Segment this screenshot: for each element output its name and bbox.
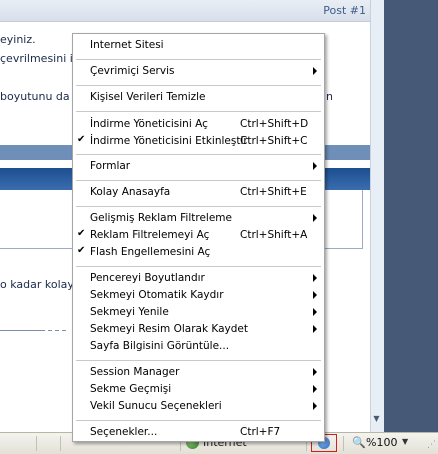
menu-item[interactable]: ✔ Reklam Filtrelemeyi Aç Ctrl+Shift+A (73, 227, 324, 244)
zoom-magnifier-icon[interactable]: 🔍 (352, 436, 366, 449)
submenu-arrow-icon (313, 291, 317, 299)
menu-item-label: Kişisel Verileri Temizle (90, 91, 206, 103)
menu-separator (76, 266, 321, 267)
menu-item[interactable]: Vekil Sunucu Seçenekleri (73, 398, 324, 415)
menu-item[interactable]: Sayfa Bilgisini Görüntüle... (73, 338, 324, 355)
menu-separator (76, 111, 321, 112)
menu-separator (76, 59, 321, 60)
menu-item-label: Sekme Geçmişi (90, 383, 172, 395)
menu-item-label: Session Manager (90, 366, 180, 378)
page-text-fragment: n (326, 90, 333, 103)
menu-item[interactable]: Formlar (73, 158, 324, 175)
submenu-arrow-icon (313, 308, 317, 316)
menu-separator (76, 420, 321, 421)
menu-separator (76, 360, 321, 361)
checkmark-icon: ✔ (77, 228, 86, 239)
resize-grip-icon[interactable]: ⋰ (427, 440, 436, 450)
menu-item-shortcut: Ctrl+Shift+D (240, 118, 309, 130)
menu-item[interactable]: Sekme Geçmişi (73, 381, 324, 398)
menu-item[interactable]: Session Manager (73, 364, 324, 381)
menu-separator (76, 206, 321, 207)
menu-item-shortcut: Ctrl+Shift+E (240, 186, 307, 198)
menu-item[interactable]: Internet Sitesi (73, 37, 324, 54)
menu-item-label: Reklam Filtrelemeyi Aç (90, 229, 210, 241)
scroll-down-arrow-icon[interactable]: ▼ (370, 412, 383, 426)
page-text-line: boyutunu da l (0, 90, 77, 103)
menu-item-label: İndirme Yöneticisini Aç (90, 118, 208, 130)
menu-separator (76, 180, 321, 181)
menu-item-label: Formlar (90, 160, 131, 172)
menu-separator (76, 85, 321, 86)
context-menu: Internet Sitesi Çevrimiçi Servis Kişisel V… (72, 33, 325, 442)
menu-item-label: Internet Sitesi (90, 39, 164, 51)
menu-item[interactable]: Sekmeyi Yenile (73, 304, 324, 321)
post-number[interactable]: Post #1 (323, 4, 366, 17)
menu-item-label: Pencereyi Boyutlandır (90, 272, 205, 284)
post-header: Post #1 (0, 0, 370, 22)
submenu-arrow-icon (313, 385, 317, 393)
checkmark-icon: ✔ (77, 245, 86, 256)
menu-item[interactable]: Pencereyi Boyutlandır (73, 270, 324, 287)
menu-separator (76, 154, 321, 155)
divider-line (0, 330, 45, 331)
menu-item-label: Flash Engellemesini Aç (90, 246, 211, 258)
zoom-level[interactable]: %100 (366, 436, 397, 449)
menu-item-label: Sayfa Bilgisini Görüntüle... (90, 340, 230, 352)
menu-item[interactable]: ✔ İndirme Yöneticisini Etkinleştir Ctrl+Sh… (73, 133, 324, 150)
menu-item-label: İndirme Yöneticisini Etkinleştir (90, 135, 248, 147)
vertical-scrollbar[interactable] (370, 0, 384, 432)
submenu-arrow-icon (313, 214, 317, 222)
status-separator (36, 436, 37, 451)
menu-item[interactable]: Seçenekler... Ctrl+F7 (73, 424, 324, 441)
page-text-line: eyiniz. (0, 33, 36, 46)
menu-item[interactable]: İndirme Yöneticisini Aç Ctrl+Shift+D (73, 116, 324, 133)
status-separator (60, 436, 61, 451)
menu-item-label: Kolay Anasayfa (90, 186, 171, 198)
submenu-arrow-icon (313, 274, 317, 282)
menu-item-label: Sekmeyi Otomatik Kaydır (90, 289, 224, 301)
status-separator (343, 436, 344, 451)
menu-item-label: Seçenekler... (90, 426, 158, 438)
menu-item-shortcut: Ctrl+Shift+A (240, 229, 308, 241)
menu-item-label: Sekmeyi Yenile (90, 306, 169, 318)
submenu-arrow-icon (313, 368, 317, 376)
menu-item[interactable]: Sekmeyi Resim Olarak Kaydet (73, 321, 324, 338)
menu-item[interactable]: Çevrimiçi Servis (73, 63, 324, 80)
submenu-arrow-icon (313, 402, 317, 410)
divider-dashed (48, 330, 68, 331)
menu-item-label: Gelişmiş Reklam Filtreleme (90, 212, 232, 224)
menu-item-shortcut: Ctrl+F7 (240, 426, 281, 438)
submenu-arrow-icon (313, 325, 317, 333)
submenu-arrow-icon (313, 162, 317, 170)
checkmark-icon: ✔ (77, 134, 86, 145)
menu-item[interactable]: Kişisel Verileri Temizle (73, 89, 324, 106)
menu-item-shortcut: Ctrl+Shift+C (240, 135, 308, 147)
menu-item[interactable]: Gelişmiş Reklam Filtreleme (73, 210, 324, 227)
side-pane (384, 0, 438, 432)
menu-item[interactable]: Kolay Anasayfa Ctrl+Shift+E (73, 184, 324, 201)
menu-item[interactable]: Sekmeyi Otomatik Kaydır (73, 287, 324, 304)
menu-item-label: Vekil Sunucu Seçenekleri (90, 400, 222, 412)
zoom-dropdown-arrow-icon[interactable]: ▼ (402, 437, 408, 446)
menu-item[interactable]: ✔ Flash Engellemesini Aç (73, 244, 324, 261)
submenu-arrow-icon (313, 67, 317, 75)
page-text-line: o kadar kolay (0, 278, 74, 291)
page-text-line: çevrilmesini is (0, 52, 79, 65)
menu-item-label: Çevrimiçi Servis (90, 65, 175, 77)
menu-item-label: Sekmeyi Resim Olarak Kaydet (90, 323, 248, 335)
